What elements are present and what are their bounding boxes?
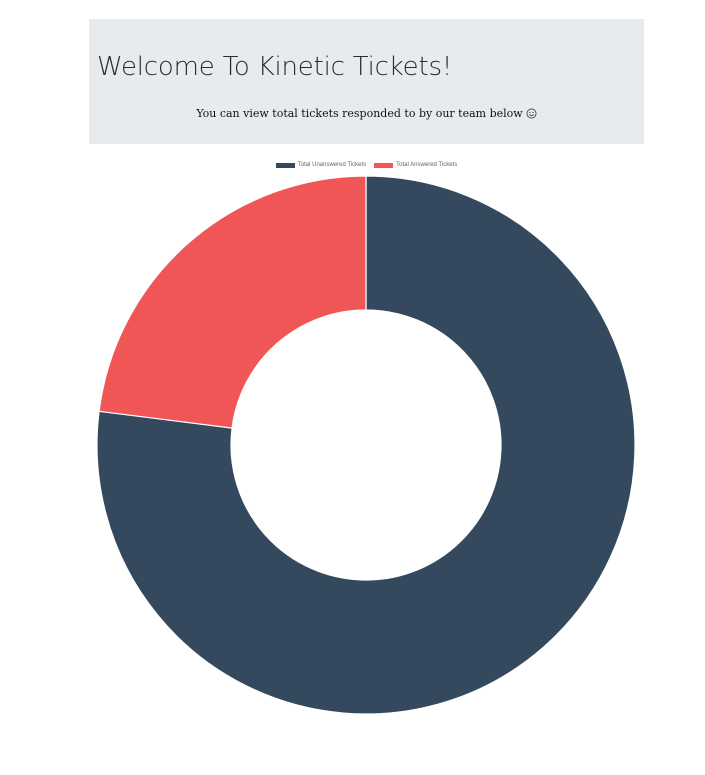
- legend-label-unanswered: Total Unanswered Tickets: [297, 162, 367, 168]
- welcome-banner: Welcome To Kinetic Tickets! You can view…: [89, 19, 644, 144]
- slice-answered[interactable]: [98, 175, 367, 429]
- legend-item-answered[interactable]: Total Answered Tickets: [374, 162, 457, 168]
- page-subtitle: You can view total tickets responded to …: [89, 107, 644, 120]
- legend-swatch-answered: [374, 162, 394, 168]
- legend-swatch-unanswered: [275, 162, 295, 168]
- smiley-icon: [526, 108, 537, 119]
- chart-legend: Total Unanswered Tickets Total Answered …: [0, 162, 705, 168]
- page-title: Welcome To Kinetic Tickets!: [97, 52, 453, 82]
- legend-label-answered: Total Answered Tickets: [396, 162, 458, 168]
- subtitle-text: You can view total tickets responded to …: [196, 107, 523, 120]
- legend-item-unanswered[interactable]: Total Unanswered Tickets: [275, 162, 367, 168]
